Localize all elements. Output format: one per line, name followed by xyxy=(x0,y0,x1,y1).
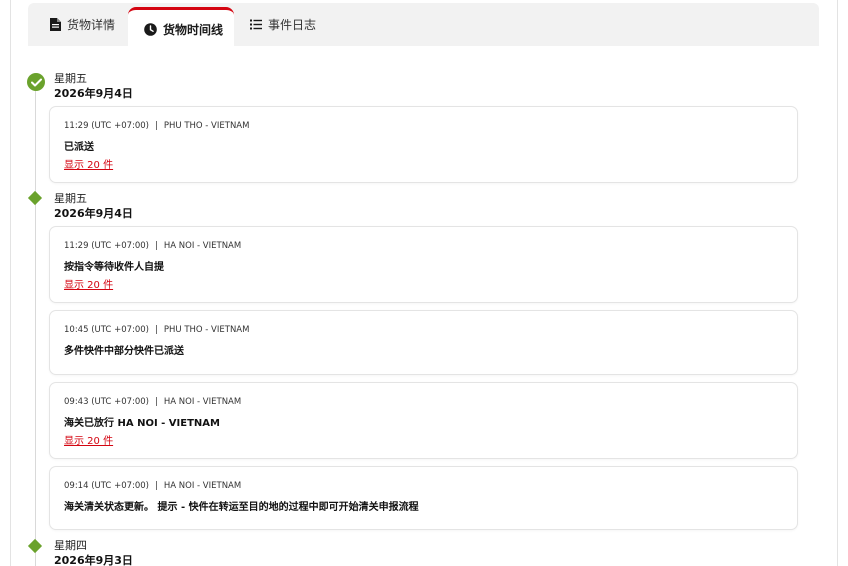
event-location: PHU THO - VIETNAM xyxy=(163,325,250,335)
event-card: 09:43 (UTC +07:00) | HA NOI - VIETNAM 海关已放… xyxy=(49,382,798,459)
day-weekday: 星期四 xyxy=(54,539,87,552)
event-meta: 11:29 (UTC +07:00) | HA NOI - VIETNAM xyxy=(64,241,242,251)
day-date: 2026年9月4日 xyxy=(54,207,133,220)
event-status: 已派送 xyxy=(64,142,94,153)
event-location: HA NOI - VIETNAM xyxy=(163,241,242,251)
event-time: 11:29 (UTC +07:00) xyxy=(64,241,149,251)
event-time: 11:29 (UTC +07:00) xyxy=(64,121,149,131)
event-meta: 09:43 (UTC +07:00) | HA NOI - VIETNAM xyxy=(64,397,242,407)
event-location: HA NOI - VIETNAM xyxy=(163,397,242,407)
event-meta: 10:45 (UTC +07:00) | PHU THO - VIETNAM xyxy=(64,325,250,335)
event-status: 按指令等待收件人自提 xyxy=(64,262,164,273)
event-time: 10:45 (UTC +07:00) xyxy=(64,325,149,335)
show-pieces-link[interactable]: 显示 20 件 xyxy=(64,432,113,447)
event-status: 海关已放行 HA NOI - VIETNAM xyxy=(64,418,220,429)
day-date: 2026年9月3日 xyxy=(54,554,133,566)
shipment-timeline: 星期五 2026年9月4日 11:29 (UTC +07:00) | PHU THO… xyxy=(0,0,848,566)
event-card: 11:29 (UTC +07:00) | PHU THO - VIETNAM 已派送… xyxy=(49,106,798,183)
check-icon xyxy=(27,73,45,91)
event-card: 09:14 (UTC +07:00) | HA NOI - VIETNAM 海关清关… xyxy=(49,466,798,530)
event-time: 09:43 (UTC +07:00) xyxy=(64,397,149,407)
event-card: 10:45 (UTC +07:00) | PHU THO - VIETNAM 多件快… xyxy=(49,310,798,375)
day-date: 2026年9月4日 xyxy=(54,87,133,100)
event-meta: 09:14 (UTC +07:00) | HA NOI - VIETNAM xyxy=(64,481,242,491)
event-time: 09:14 (UTC +07:00) xyxy=(64,481,149,491)
timeline-connector xyxy=(35,90,36,566)
event-status: 海关清关状态更新。 提示 - 快件在转运至目的地的过程中即可开始清关申报流程 xyxy=(64,502,419,513)
show-pieces-link[interactable]: 显示 20 件 xyxy=(64,156,113,171)
day-weekday: 星期五 xyxy=(54,72,87,85)
event-card: 11:29 (UTC +07:00) | HA NOI - VIETNAM 按指令等… xyxy=(49,226,798,303)
diamond-icon xyxy=(27,190,43,206)
show-pieces-link[interactable]: 显示 20 件 xyxy=(64,276,113,291)
event-location: PHU THO - VIETNAM xyxy=(163,121,250,131)
event-status: 多件快件中部分快件已派送 xyxy=(64,346,184,357)
day-weekday: 星期五 xyxy=(54,192,87,205)
event-meta: 11:29 (UTC +07:00) | PHU THO - VIETNAM xyxy=(64,121,250,131)
diamond-icon xyxy=(27,538,43,554)
event-location: HA NOI - VIETNAM xyxy=(163,481,242,491)
